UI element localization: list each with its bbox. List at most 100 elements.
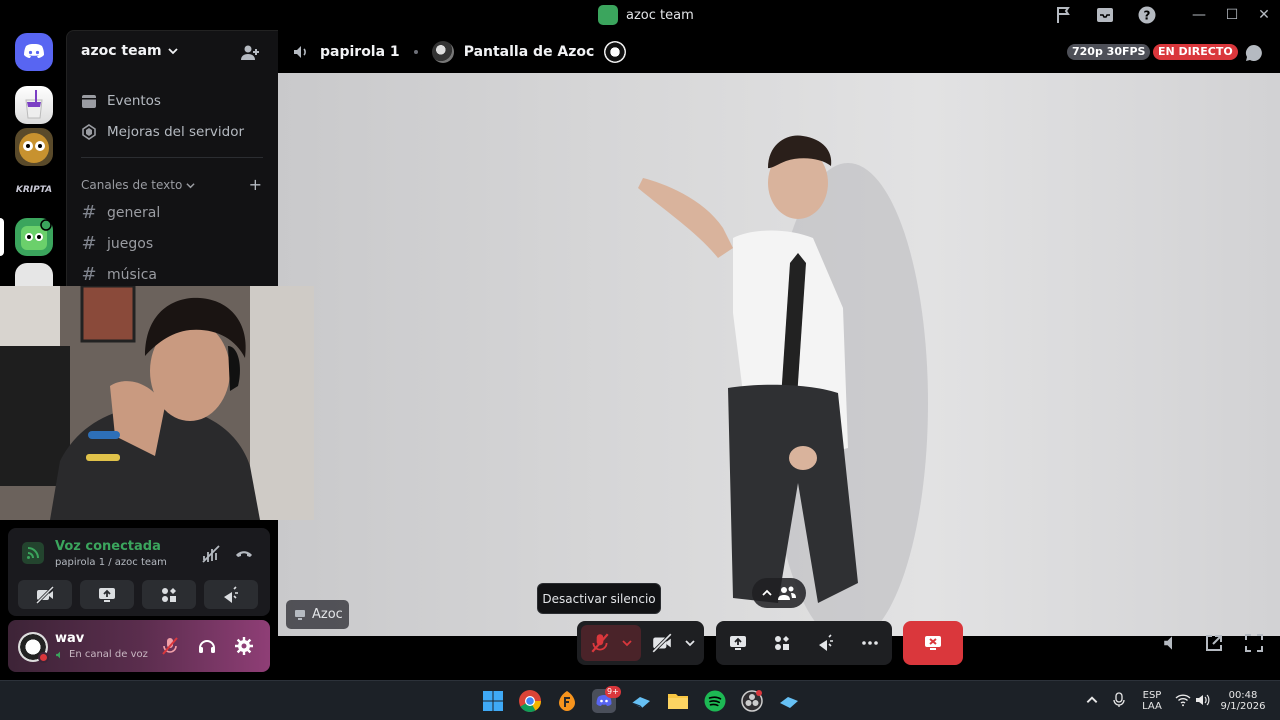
- soundboard-button[interactable]: [204, 580, 258, 609]
- server-icon-owl[interactable]: [15, 128, 53, 166]
- sidebar-item-boosts[interactable]: Mejoras del servidor: [81, 120, 244, 144]
- flag-icon[interactable]: [1054, 5, 1074, 25]
- settings-gear-icon[interactable]: [234, 636, 254, 656]
- mic-options-button[interactable]: [617, 629, 637, 657]
- discord-home-icon[interactable]: [15, 33, 53, 71]
- steam-icon[interactable]: [629, 689, 653, 713]
- chat-icon[interactable]: [1244, 43, 1264, 63]
- help-icon[interactable]: ?: [1137, 5, 1157, 25]
- volume-icon[interactable]: [1162, 633, 1182, 653]
- popout-icon[interactable]: [1204, 633, 1224, 653]
- stream-video[interactable]: [278, 73, 1280, 636]
- show-participants-toggle[interactable]: [752, 578, 806, 608]
- leave-call-button[interactable]: [903, 621, 963, 665]
- channel-juegos[interactable]: # juegos: [81, 233, 153, 254]
- server-icon-cup[interactable]: [15, 86, 53, 124]
- category-label: Canales de texto: [81, 178, 183, 192]
- hash-icon: #: [81, 233, 97, 254]
- chevron-up-icon: [762, 589, 772, 596]
- hash-icon: #: [81, 202, 97, 223]
- activities-button[interactable]: [142, 580, 196, 609]
- stream-header: papirola 1 Pantalla de Azoc 720p 30FPS E…: [278, 30, 1280, 73]
- file-explorer-icon[interactable]: [666, 689, 690, 713]
- share-screen-button[interactable]: [80, 580, 134, 609]
- headphones-icon[interactable]: [197, 636, 217, 656]
- camera-off-button[interactable]: [18, 580, 72, 609]
- server-icon-kripta[interactable]: KRIPTA: [15, 174, 53, 202]
- divider: [81, 157, 263, 158]
- mic-muted-icon: [591, 633, 609, 653]
- fullscreen-icon[interactable]: [1244, 633, 1264, 653]
- voice-channel-name[interactable]: papirola 1: [320, 44, 400, 60]
- separator-dot: [413, 50, 418, 54]
- close-icon[interactable]: ✕: [1254, 5, 1274, 25]
- chevron-down-icon: [167, 48, 178, 55]
- steam-secondary-icon[interactable]: [777, 689, 801, 713]
- activities-button[interactable]: [768, 629, 796, 657]
- clock-time: 00:48: [1228, 690, 1258, 701]
- sidebar-item-label: Mejoras del servidor: [107, 124, 245, 140]
- chevron-down-icon: [622, 640, 632, 647]
- server-name: azoc team: [81, 43, 162, 59]
- server-icon-azoc-team[interactable]: [15, 218, 53, 256]
- ellipsis-icon: [862, 641, 878, 645]
- signal-icon[interactable]: [22, 542, 44, 564]
- wifi-icon[interactable]: [1175, 693, 1191, 707]
- participants-icon: [778, 586, 796, 600]
- add-channel-icon[interactable]: +: [249, 175, 262, 194]
- volume-tray-icon[interactable]: [1195, 693, 1211, 707]
- fl-studio-icon[interactable]: [555, 689, 579, 713]
- sidebar-item-label: Eventos: [107, 93, 161, 109]
- windows-start-icon[interactable]: [481, 689, 505, 713]
- svg-text:KRIPTA: KRIPTA: [16, 185, 52, 195]
- username[interactable]: wav: [55, 631, 84, 646]
- maximize-icon[interactable]: ☐: [1222, 5, 1242, 25]
- channel-label: general: [107, 204, 161, 221]
- window-title: azoc team: [598, 5, 694, 25]
- mute-tooltip: Desactivar silencio: [537, 583, 661, 614]
- chevron-down-icon: [685, 640, 695, 647]
- camera-off-icon: [652, 633, 672, 653]
- minimize-icon[interactable]: —: [1189, 5, 1209, 25]
- unmute-button[interactable]: [586, 629, 614, 657]
- chrome-icon[interactable]: [518, 689, 542, 713]
- language-indicator[interactable]: ESP LAA: [1140, 681, 1164, 720]
- streamer-avatar: [431, 41, 454, 63]
- voice-location[interactable]: papirola 1 / azoc team: [55, 557, 167, 568]
- share-activity-controls: [716, 621, 892, 665]
- sidebar-item-events[interactable]: Eventos: [81, 89, 161, 113]
- server-icon-troll[interactable]: [15, 263, 53, 286]
- soundboard-button[interactable]: [812, 629, 840, 657]
- active-server-indicator: [0, 218, 4, 256]
- camera-options-button[interactable]: [680, 629, 700, 657]
- chevron-down-icon: [186, 182, 195, 188]
- channel-sidebar: azoc team Eventos Mejoras del servidor C…: [66, 30, 278, 286]
- share-screen-button[interactable]: [724, 629, 752, 657]
- speaker-icon: [294, 46, 306, 58]
- obs-icon[interactable]: [740, 689, 764, 713]
- voice-status[interactable]: Voz conectada: [55, 539, 161, 554]
- camera-toggle-button[interactable]: [648, 629, 676, 657]
- disconnect-icon[interactable]: [234, 544, 254, 564]
- inbox-icon[interactable]: [1095, 5, 1115, 25]
- add-member-icon[interactable]: [240, 43, 260, 63]
- spotify-icon[interactable]: [703, 689, 727, 713]
- server-name-dropdown[interactable]: azoc team: [81, 43, 178, 59]
- category-text-channels[interactable]: Canales de texto: [81, 178, 195, 192]
- channel-general[interactable]: # general: [81, 202, 160, 223]
- title-bar: azoc team ? — ☐ ✕: [0, 0, 1280, 30]
- channel-musica[interactable]: # música: [81, 264, 157, 285]
- clock[interactable]: 00:48 9/1/2026: [1218, 681, 1268, 720]
- webcam-overlay[interactable]: [0, 286, 314, 520]
- more-options-button[interactable]: [856, 629, 884, 657]
- tray-chevron-up-icon[interactable]: [1085, 693, 1099, 707]
- user-status-text: En canal de voz: [69, 649, 148, 660]
- channel-label: juegos: [107, 235, 154, 252]
- microphone-icon[interactable]: [1112, 692, 1126, 708]
- server-icon: [598, 5, 618, 25]
- discord-notification-badge: 9+: [605, 686, 621, 698]
- screen-share-icon: [99, 587, 115, 602]
- mic-muted-icon[interactable]: [160, 636, 180, 656]
- noise-suppression-icon[interactable]: [201, 544, 221, 564]
- channel-label: música: [107, 266, 157, 283]
